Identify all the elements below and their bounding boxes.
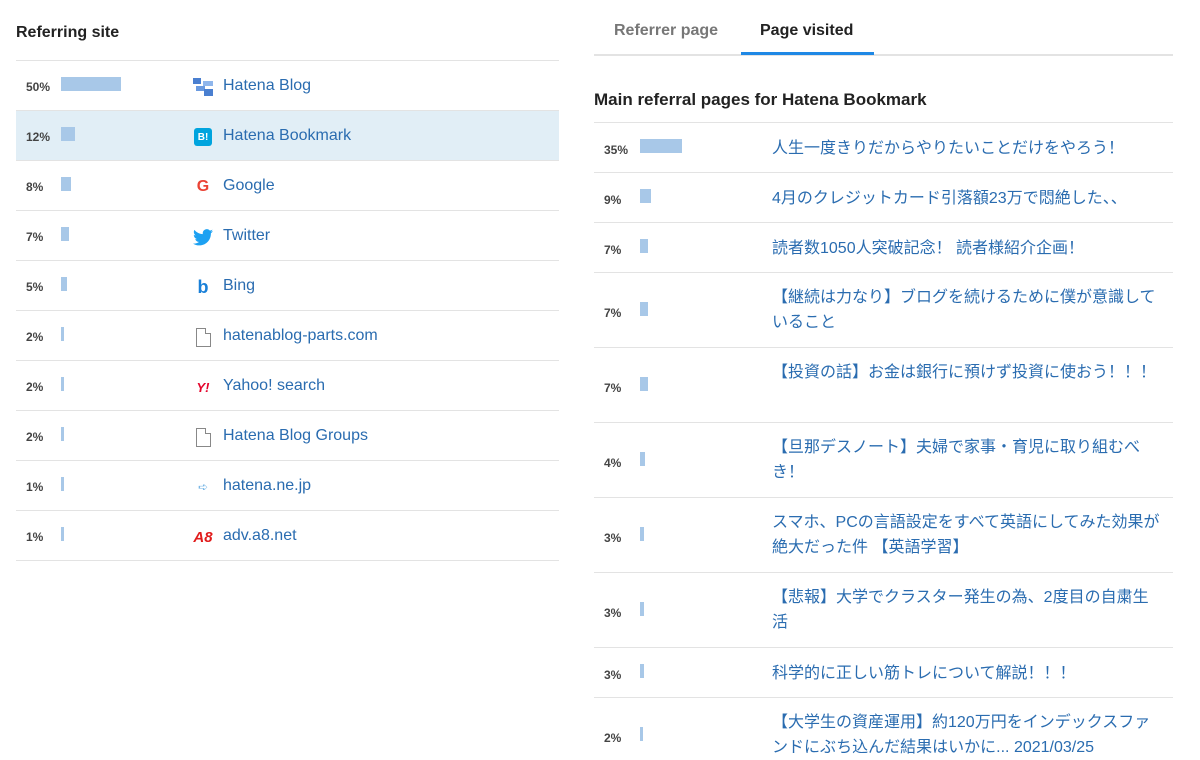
share-percent: 7% [26,230,44,244]
document-icon [193,327,213,347]
referring-site-row[interactable]: 5% b Bing [16,261,559,311]
page-title-link[interactable]: 読者数1050人突破記念！ 読者様紹介企画！ [772,236,1162,261]
hatena-bookmark-icon: B! [193,127,213,147]
share-bar [640,527,644,541]
page-title-link[interactable]: スマホ、PCの言語設定をすべて英語にしてみた効果が絶大だった件 【英語学習】 [772,510,1162,560]
site-name-link[interactable]: hatenablog-parts.com [223,327,378,345]
share-bar [640,302,648,316]
a8-icon: A8 [193,528,213,546]
page-title-link[interactable]: 人生一度きりだからやりたいことだけをやろう！ [772,136,1162,161]
share-bar [61,77,121,91]
share-bar [61,177,71,191]
referral-page-row[interactable]: 35% 人生一度きりだからやりたいことだけをやろう！ [594,123,1173,173]
yahoo-icon: Y! [196,379,210,395]
bing-icon: b [197,276,209,297]
share-percent: 50% [26,80,51,94]
site-name-link[interactable]: Google [223,177,275,195]
hatena-blog-icon [193,77,213,97]
share-percent: 2% [604,731,622,745]
share-percent: 3% [604,606,622,620]
share-percent: 7% [604,381,622,395]
share-bar [61,477,64,491]
document-icon [193,427,213,447]
share-bar [640,189,651,203]
tab-bar: Referrer page Page visited [594,0,1173,56]
referral-page-row[interactable]: 3% スマホ、PCの言語設定をすべて英語にしてみた効果が絶大だった件 【英語学習】 [594,498,1173,573]
share-percent: 4% [604,456,622,470]
active-tab-indicator [741,52,874,55]
share-percent: 35% [604,143,629,157]
share-bar [61,527,64,541]
referral-page-row[interactable]: 3% 【悲報】大学でクラスター発生の為、2度目の自粛生活 [594,573,1173,648]
share-percent: 2% [26,380,44,394]
share-bar [640,664,644,678]
referring-site-list: 50% Hatena Blog 12% B! Hatena Bookmark 8% G Goo… [16,60,559,561]
site-name-link[interactable]: Twitter [223,227,270,245]
page-title-link[interactable]: 【継続は力なり】ブログを続けるために僕が意識していること [772,285,1162,335]
share-bar [640,727,643,741]
share-bar [61,377,64,391]
share-percent: 8% [26,180,44,194]
page-title-link[interactable]: 【旦那デスノート】夫婦で家事・育児に取り組むべき！ [772,435,1162,485]
share-percent: 2% [26,430,44,444]
referring-site-row[interactable]: 2% Hatena Blog Groups [16,411,559,461]
referring-site-row[interactable]: 50% Hatena Blog [16,61,559,111]
share-percent: 2% [26,330,44,344]
page-title-link[interactable]: 4月のクレジットカード引落額23万で悶絶した、、 [772,186,1162,211]
share-bar [61,327,64,341]
referring-site-row[interactable]: 2% Y! Yahoo! search [16,361,559,411]
share-bar [640,452,645,466]
referring-site-row[interactable]: 12% B! Hatena Bookmark [16,111,559,161]
page-title-link[interactable]: 科学的に正しい筋トレについて解説！！！ [772,661,1162,686]
share-percent: 9% [604,193,622,207]
twitter-icon [193,227,213,247]
share-percent: 12% [26,130,51,144]
referral-page-row[interactable]: 3% 科学的に正しい筋トレについて解説！！！ [594,648,1173,698]
share-percent: 3% [604,668,622,682]
referring-site-title: Referring site [16,24,120,41]
referral-page-row[interactable]: 2% 【大学生の資産運用】約120万円をインデックスファンドにぶち込んだ結果はいか… [594,698,1173,760]
page-title-link[interactable]: 【投資の話】お金は銀行に預けず投資に使おう！！！ [772,360,1162,385]
referral-page-row[interactable]: 7% 【投資の話】お金は銀行に預けず投資に使おう！！！ [594,348,1173,423]
page-title-link[interactable]: 【大学生の資産運用】約120万円をインデックスファンドにぶち込んだ結果はいかに.… [772,710,1162,760]
share-bar [640,139,682,153]
referral-pages-list: 35% 人生一度きりだからやりたいことだけをやろう！ 9% 4月のクレジットカード引落… [594,122,1173,760]
site-name-link[interactable]: Hatena Blog [223,77,311,95]
share-bar [640,377,648,391]
referral-page-row[interactable]: 7% 【継続は力なり】ブログを続けるために僕が意識していること [594,273,1173,348]
referral-pages-title: Main referral pages for Hatena Bookmark [594,90,927,109]
share-percent: 7% [604,306,622,320]
google-icon: G [196,178,210,195]
share-bar [61,427,64,441]
share-bar [640,602,644,616]
referral-page-row[interactable]: 9% 4月のクレジットカード引落額23万で悶絶した、、 [594,173,1173,223]
site-name-link[interactable]: Yahoo! search [223,377,325,395]
site-name-link[interactable]: Hatena Blog Groups [223,427,368,445]
share-percent: 1% [26,530,44,544]
referring-site-row[interactable]: 7% Twitter [16,211,559,261]
site-name-link[interactable]: Bing [223,277,255,295]
share-percent: 3% [604,531,622,545]
share-bar [61,127,75,141]
referring-site-row[interactable]: 1% ➪ hatena.ne.jp [16,461,559,511]
share-bar [640,239,648,253]
referral-page-row[interactable]: 7% 読者数1050人突破記念！ 読者様紹介企画！ [594,223,1173,273]
site-name-link[interactable]: adv.a8.net [223,527,297,545]
referral-pages-panel: Referrer page Page visited Main referral… [594,0,1173,760]
share-percent: 5% [26,280,44,294]
site-name-link[interactable]: hatena.ne.jp [223,477,311,495]
share-percent: 7% [604,243,622,257]
tab-referrer-page[interactable]: Referrer page [614,22,718,40]
share-bar [61,277,67,291]
tab-page-visited[interactable]: Page visited [760,22,853,40]
referring-site-row[interactable]: 2% hatenablog-parts.com [16,311,559,361]
referral-page-row[interactable]: 4% 【旦那デスノート】夫婦で家事・育児に取り組むべき！ [594,423,1173,498]
site-name-link[interactable]: Hatena Bookmark [223,127,351,145]
referring-site-row[interactable]: 8% G Google [16,161,559,211]
referring-site-row[interactable]: 1% A8 adv.a8.net [16,511,559,561]
page-title-link[interactable]: 【悲報】大学でクラスター発生の為、2度目の自粛生活 [772,585,1162,635]
share-bar [61,227,69,241]
share-percent: 1% [26,480,44,494]
hatena-jp-icon: ➪ [197,480,209,494]
